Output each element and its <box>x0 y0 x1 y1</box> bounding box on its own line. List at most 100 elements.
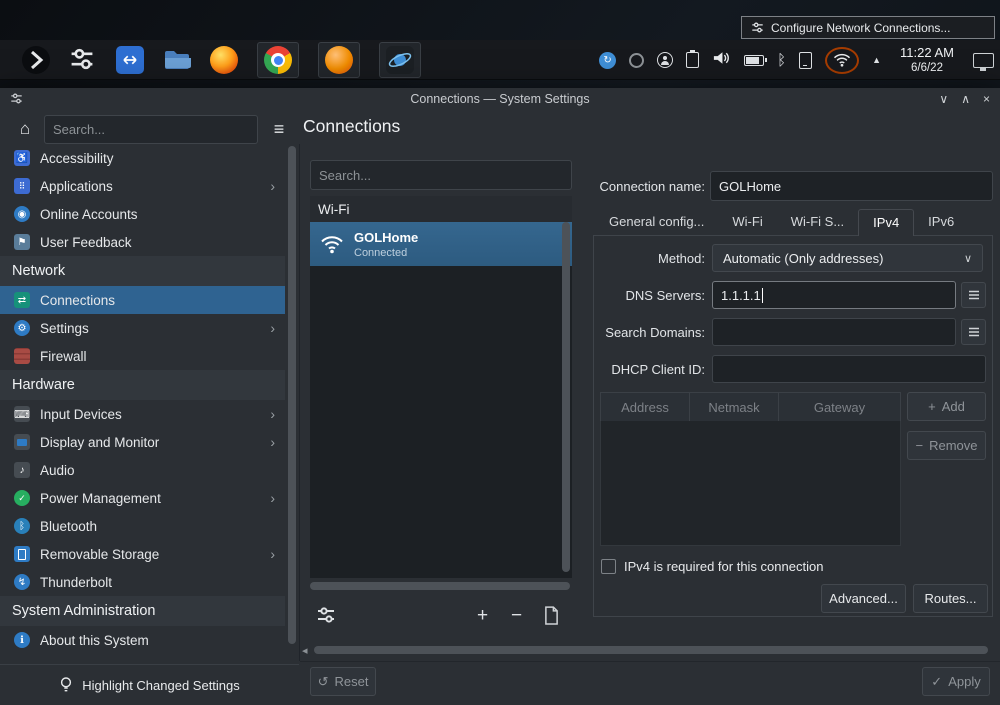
sidebar-item-online-accounts[interactable]: Online Accounts <box>0 200 285 228</box>
show-desktop-icon[interactable] <box>973 53 994 68</box>
connections-list: Wi-Fi GOLHome Connected <box>310 196 572 578</box>
advanced-button[interactable]: Advanced... <box>821 584 906 613</box>
sidebar-search-input[interactable] <box>44 115 258 144</box>
sidebar-item-label: Online Accounts <box>40 207 138 222</box>
dns-servers-label: DNS Servers: <box>560 288 705 303</box>
highlight-changed-settings-button[interactable]: Highlight Changed Settings <box>0 664 299 705</box>
minimize-button[interactable]: ∨ <box>939 92 948 106</box>
sidebar-item-settings[interactable]: Settings › <box>0 314 285 342</box>
sidebar-item-thunderbolt[interactable]: Thunderbolt <box>0 568 285 596</box>
tab-ipv4[interactable]: IPv4 <box>858 209 914 236</box>
connections-list-scrollbar[interactable] <box>562 222 570 572</box>
dns-servers-field[interactable]: 1.1.1.1 <box>712 281 956 309</box>
sidebar-item-removable-storage[interactable]: Removable Storage › <box>0 540 285 568</box>
sidebar-item-bluetooth[interactable]: Bluetooth <box>0 512 285 540</box>
app-menu-icon[interactable] <box>22 46 50 74</box>
firewall-icon <box>14 348 30 364</box>
thunderbolt-icon <box>14 574 30 590</box>
battery-tray-icon[interactable] <box>744 55 764 66</box>
window-tool-launcher[interactable] <box>116 46 144 74</box>
hscroll-left-arrow[interactable]: ◂ <box>302 644 308 657</box>
button-label: Apply <box>948 674 981 689</box>
add-address-button[interactable]: + Add <box>907 392 986 421</box>
bluetooth-tray-icon[interactable]: ᛒ <box>777 52 786 69</box>
connections-search-input[interactable] <box>310 160 572 190</box>
atom-task[interactable] <box>379 42 421 78</box>
accessibility-icon <box>14 150 30 166</box>
user-status-tray-icon[interactable] <box>657 52 673 68</box>
tray-expander-icon[interactable]: ▲ <box>872 55 881 65</box>
folder-icon <box>163 46 191 72</box>
file-manager-launcher[interactable] <box>163 46 191 74</box>
remove-connection-button[interactable]: − <box>511 602 522 628</box>
sidebar-item-about-this-system[interactable]: About this System <box>0 626 285 654</box>
tab-wifi-security[interactable]: Wi-Fi S... <box>777 209 858 235</box>
configure-connections-button[interactable] <box>316 602 336 628</box>
home-button[interactable]: ⌂ <box>12 115 38 143</box>
sidebar-item-display-monitor[interactable]: Display and Monitor › <box>0 428 285 456</box>
sidebar-item-label: Removable Storage <box>40 547 159 562</box>
search-domains-edit-button[interactable] <box>961 319 986 345</box>
sidebar-item-applications[interactable]: Applications › <box>0 172 285 200</box>
search-domains-field[interactable] <box>712 318 956 346</box>
sync-tray-icon[interactable]: ↻ <box>599 52 616 69</box>
sidebar-item-user-feedback[interactable]: User Feedback <box>0 228 285 256</box>
wifi-highlight-ring[interactable] <box>825 47 859 74</box>
titlebar[interactable]: Connections — System Settings ∨ ∧ × <box>0 88 1000 110</box>
network-settings-icon <box>14 320 30 336</box>
sidebar-scrollbar[interactable] <box>288 146 296 644</box>
method-dropdown[interactable]: Automatic (Only addresses) ∨ <box>712 244 983 272</box>
browser-task[interactable] <box>318 42 360 78</box>
connection-list-item-golhome[interactable]: GOLHome Connected <box>310 222 572 266</box>
ipv4-required-checkbox[interactable] <box>601 559 616 574</box>
dhcp-client-id-field[interactable] <box>712 355 986 383</box>
export-connection-button[interactable] <box>544 602 559 628</box>
list-icon <box>968 327 980 337</box>
sidebar-item-audio[interactable]: Audio <box>0 456 285 484</box>
routes-button[interactable]: Routes... <box>913 584 988 613</box>
sidebar-item-input-devices[interactable]: Input Devices › <box>0 400 285 428</box>
tab-ipv6[interactable]: IPv6 <box>914 209 968 235</box>
chrome-task[interactable] <box>257 42 299 78</box>
details-hscrollbar[interactable] <box>314 646 988 654</box>
applications-icon <box>14 178 30 194</box>
wifi-tray-icon <box>833 53 851 67</box>
wifi-group-header: Wi-Fi <box>310 196 572 222</box>
chevron-right-icon: › <box>270 434 275 450</box>
hamburger-menu-button[interactable]: ≡ <box>266 115 292 143</box>
button-label: Remove <box>929 438 977 453</box>
apply-button[interactable]: ✓ Apply <box>922 667 990 696</box>
column-header-address: Address <box>600 392 690 422</box>
sidebar-item-firewall[interactable]: Firewall <box>0 342 285 370</box>
tooltip-label: Configure Network Connections... <box>771 21 950 35</box>
dns-list-edit-button[interactable] <box>961 282 986 308</box>
maximize-button[interactable]: ∧ <box>961 92 970 106</box>
connections-list-hscrollbar[interactable] <box>310 582 570 590</box>
ipv4-required-label: IPv4 is required for this connection <box>624 559 823 574</box>
tab-general-config[interactable]: General config... <box>595 209 718 235</box>
add-connection-button[interactable]: + <box>477 602 488 628</box>
remove-address-button[interactable]: − Remove <box>907 431 986 460</box>
connection-name-field[interactable]: GOLHome <box>710 171 993 201</box>
sidebar-item-label: Settings <box>40 321 89 336</box>
column-header-gateway: Gateway <box>778 392 901 422</box>
about-icon <box>14 632 30 648</box>
chrome-icon <box>264 46 292 74</box>
sidebar-item-accessibility[interactable]: Accessibility <box>0 144 285 172</box>
clipboard-tray-icon[interactable] <box>686 52 699 68</box>
reset-button[interactable]: ↺ Reset <box>310 667 376 696</box>
device-tray-icon[interactable] <box>799 52 812 69</box>
tab-wifi[interactable]: Wi-Fi <box>718 209 776 235</box>
clock[interactable]: 11:22 AM 6/6/22 <box>894 45 960 76</box>
close-button[interactable]: × <box>983 92 990 106</box>
firefox-launcher[interactable] <box>210 46 238 74</box>
addresses-table-body[interactable] <box>600 421 901 546</box>
sidebar: Accessibility Applications › Online Acco… <box>0 144 285 654</box>
sidebar-item-power-management[interactable]: Power Management › <box>0 484 285 512</box>
system-tweaks-launcher[interactable] <box>69 46 97 74</box>
volume-tray-icon[interactable] <box>712 50 731 71</box>
window-title: Connections — System Settings <box>410 92 589 106</box>
chevron-right-icon: › <box>270 178 275 194</box>
disc-tray-icon[interactable] <box>629 53 644 68</box>
sidebar-item-connections[interactable]: Connections <box>0 286 285 314</box>
